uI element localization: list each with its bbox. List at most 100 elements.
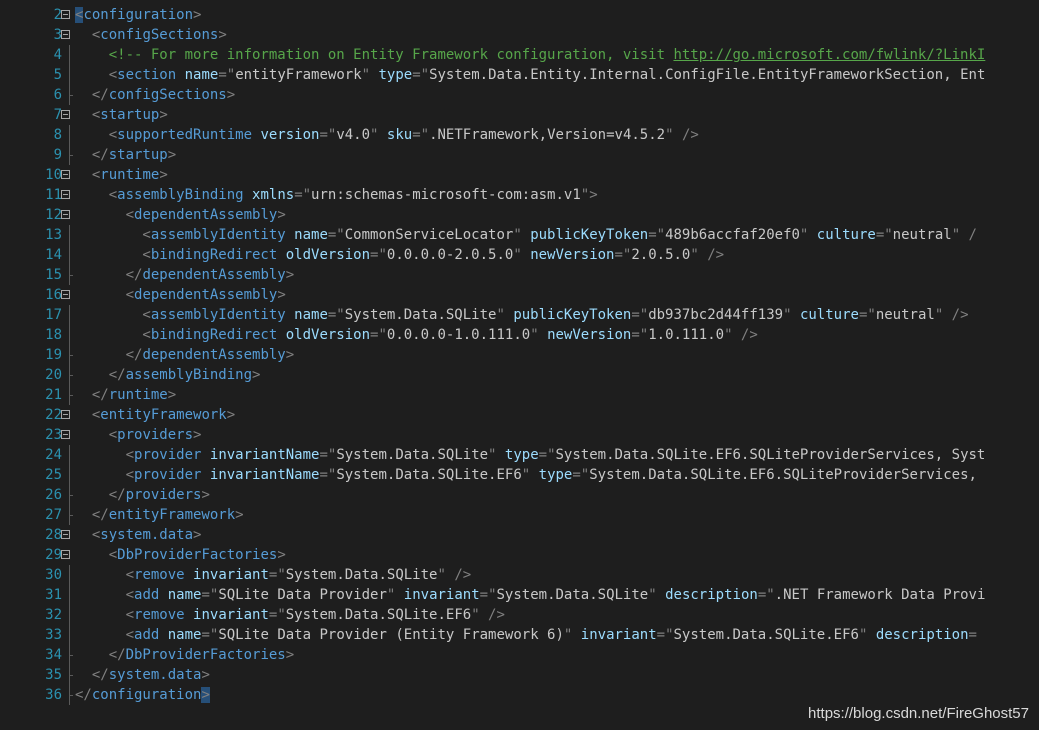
code-text[interactable]: <add name="SQLite Data Provider" invaria… — [75, 585, 986, 605]
code-line[interactable]: 20 </assemblyBinding> — [0, 365, 1039, 385]
fold-collapse-icon[interactable] — [61, 410, 70, 419]
code-text[interactable]: </configSections> — [75, 85, 235, 105]
code-text[interactable]: <DbProviderFactories> — [75, 545, 286, 565]
code-text[interactable]: <providers> — [75, 425, 202, 445]
code-line[interactable]: 32 <remove invariant="System.Data.SQLite… — [0, 605, 1039, 625]
code-text[interactable]: <remove invariant="System.Data.SQLite.EF… — [75, 605, 505, 625]
fold-collapse-icon[interactable] — [61, 190, 70, 199]
fold-collapse-icon[interactable] — [61, 210, 70, 219]
attribute-name: oldVersion — [285, 327, 371, 343]
code-text[interactable]: <runtime> — [75, 165, 168, 185]
code-text[interactable]: <bindingRedirect oldVersion="0.0.0.0-1.0… — [75, 325, 757, 345]
code-line[interactable]: 23 <providers> — [0, 425, 1039, 445]
code-line[interactable]: 35 </system.data> — [0, 665, 1039, 685]
comment-link[interactable]: http://go.microsoft.com/fwlink/?LinkI — [673, 47, 985, 63]
attribute-value: v4.0 — [336, 127, 371, 143]
code-text[interactable]: <configSections> — [75, 25, 227, 45]
attribute-name: description — [665, 587, 758, 603]
line-number: 23 — [45, 427, 62, 443]
code-line[interactable]: 26 </providers> — [0, 485, 1039, 505]
code-line[interactable]: 31 <add name="SQLite Data Provider" inva… — [0, 585, 1039, 605]
fold-collapse-icon[interactable] — [61, 170, 70, 179]
code-text[interactable]: </providers> — [75, 485, 210, 505]
code-line[interactable]: 12 <dependentAssembly> — [0, 205, 1039, 225]
code-line[interactable]: 6 </configSections> — [0, 85, 1039, 105]
code-text[interactable]: <provider invariantName="System.Data.SQL… — [75, 445, 986, 465]
code-line[interactable]: 15 </dependentAssembly> — [0, 265, 1039, 285]
code-line[interactable]: 33 <add name="SQLite Data Provider (Enti… — [0, 625, 1039, 645]
code-line[interactable]: 2 <configuration> — [0, 5, 1039, 25]
code-line[interactable]: 36 </configuration> — [0, 685, 1039, 705]
code-line[interactable]: 7 <startup> — [0, 105, 1039, 125]
code-text[interactable]: <startup> — [75, 105, 168, 125]
code-line[interactable]: 18 <bindingRedirect oldVersion="0.0.0.0-… — [0, 325, 1039, 345]
code-text[interactable]: </startup> — [75, 145, 176, 165]
code-line[interactable]: 29 <DbProviderFactories> — [0, 545, 1039, 565]
code-line[interactable]: 3 <configSections> — [0, 25, 1039, 45]
line-number: 18 — [45, 327, 62, 343]
code-line[interactable]: 27 </entityFramework> — [0, 505, 1039, 525]
code-text[interactable]: </assemblyBinding> — [75, 365, 261, 385]
code-text[interactable]: <dependentAssembly> — [75, 205, 286, 225]
code-line[interactable]: 19 </dependentAssembly> — [0, 345, 1039, 365]
code-text[interactable]: </configuration> — [75, 685, 210, 705]
fold-guide — [69, 385, 73, 405]
fold-collapse-icon[interactable] — [61, 10, 70, 19]
code-line[interactable]: 9 </startup> — [0, 145, 1039, 165]
fold-collapse-icon[interactable] — [61, 430, 70, 439]
code-text[interactable]: </dependentAssembly> — [75, 345, 295, 365]
code-line[interactable]: 16 <dependentAssembly> — [0, 285, 1039, 305]
code-text[interactable]: <supportedRuntime version="v4.0" sku=".N… — [75, 125, 699, 145]
code-text[interactable]: <!-- For more information on Entity Fram… — [75, 45, 986, 65]
code-line[interactable]: 5 <section name="entityFramework" type="… — [0, 65, 1039, 85]
code-line[interactable]: 14 <bindingRedirect oldVersion="0.0.0.0-… — [0, 245, 1039, 265]
code-text[interactable]: <assemblyIdentity name="System.Data.SQLi… — [75, 305, 968, 325]
fold-collapse-icon[interactable] — [61, 110, 70, 119]
code-line[interactable]: 4 <!-- For more information on Entity Fr… — [0, 45, 1039, 65]
code-line[interactable]: 10 <runtime> — [0, 165, 1039, 185]
code-text[interactable]: </dependentAssembly> — [75, 265, 295, 285]
code-text[interactable]: <assemblyIdentity name="CommonServiceLoc… — [75, 225, 977, 245]
code-text[interactable]: <system.data> — [75, 525, 202, 545]
punctuation: < — [75, 427, 118, 443]
punctuation: =" — [412, 67, 430, 83]
attribute-value — [277, 327, 285, 343]
code-line[interactable]: 13 <assemblyIdentity name="CommonService… — [0, 225, 1039, 245]
code-text[interactable]: <entityFramework> — [75, 405, 235, 425]
code-line[interactable]: 11 <assemblyBinding xmlns="urn:schemas-m… — [0, 185, 1039, 205]
code-text[interactable]: <provider invariantName="System.Data.SQL… — [75, 465, 977, 485]
code-text[interactable]: </DbProviderFactories> — [75, 645, 294, 665]
fold-collapse-icon[interactable] — [61, 290, 70, 299]
code-text[interactable]: <bindingRedirect oldVersion="0.0.0.0-2.0… — [75, 245, 724, 265]
code-text[interactable]: <dependentAssembly> — [75, 285, 286, 305]
code-line[interactable]: 34 </DbProviderFactories> — [0, 645, 1039, 665]
code-text[interactable]: </runtime> — [75, 385, 176, 405]
line-number: 12 — [45, 207, 62, 223]
code-text[interactable]: <add name="SQLite Data Provider (Entity … — [75, 625, 977, 645]
code-line[interactable]: 25 <provider invariantName="System.Data.… — [0, 465, 1039, 485]
punctuation: =" — [201, 627, 219, 643]
code-line[interactable]: 22 <entityFramework> — [0, 405, 1039, 425]
code-text[interactable]: <assemblyBinding xmlns="urn:schemas-micr… — [75, 185, 598, 205]
attribute-value — [496, 447, 504, 463]
code-line[interactable]: 30 <remove invariant="System.Data.SQLite… — [0, 565, 1039, 585]
code-line[interactable]: 28 <system.data> — [0, 525, 1039, 545]
code-line[interactable]: 21 </runtime> — [0, 385, 1039, 405]
fold-collapse-icon[interactable] — [61, 530, 70, 539]
fold-collapse-icon[interactable] — [61, 30, 70, 39]
code-line[interactable]: 8 <supportedRuntime version="v4.0" sku="… — [0, 125, 1039, 145]
code-text[interactable]: </entityFramework> — [75, 505, 244, 525]
punctuation: > — [285, 347, 295, 363]
code-text[interactable]: </system.data> — [75, 665, 210, 685]
code-editor[interactable]: 2 <configuration> 3 <configSections> 4 <!--… — [0, 0, 1039, 730]
attribute-value: System.Data.SQLite — [336, 447, 489, 463]
punctuation: > — [201, 487, 210, 503]
punctuation: =" — [319, 467, 337, 483]
punctuation: </ — [75, 347, 143, 363]
code-text[interactable]: <remove invariant="System.Data.SQLite" /… — [75, 565, 472, 585]
code-line[interactable]: 24 <provider invariantName="System.Data.… — [0, 445, 1039, 465]
code-text[interactable]: <section name="entityFramework" type="Sy… — [75, 65, 986, 85]
fold-collapse-icon[interactable] — [61, 550, 70, 559]
code-text[interactable]: <configuration> — [75, 5, 201, 25]
code-line[interactable]: 17 <assemblyIdentity name="System.Data.S… — [0, 305, 1039, 325]
